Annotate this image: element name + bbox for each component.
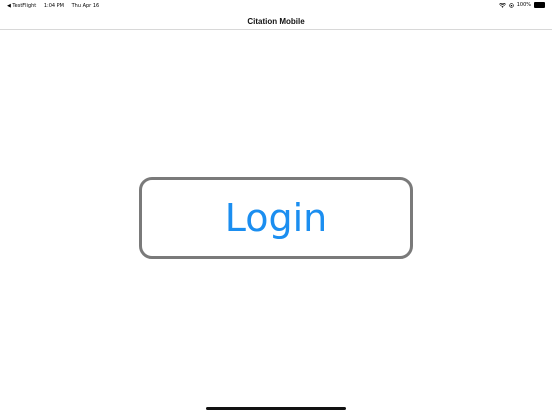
login-button[interactable]: Login	[139, 177, 413, 259]
status-bar: ◀ TestFlight 1:04 PM Thu Apr 16 100%	[0, 0, 552, 11]
status-date: Thu Apr 16	[71, 3, 100, 9]
orientation-lock-icon	[509, 2, 514, 8]
home-indicator[interactable]	[206, 407, 346, 410]
nav-bar: Citation Mobile	[0, 11, 552, 30]
page-title: Citation Mobile	[247, 17, 305, 26]
status-right: 100%	[496, 2, 545, 8]
battery-percent: 100%	[516, 2, 531, 8]
battery-icon	[534, 2, 545, 8]
back-to-testflight-link[interactable]: ◀ TestFlight	[7, 3, 36, 9]
status-left: ◀ TestFlight 1:04 PM Thu Apr 16	[7, 3, 105, 9]
wifi-icon	[498, 2, 506, 8]
login-button-label: Login	[224, 196, 328, 240]
status-time: 1:04 PM	[43, 3, 64, 9]
